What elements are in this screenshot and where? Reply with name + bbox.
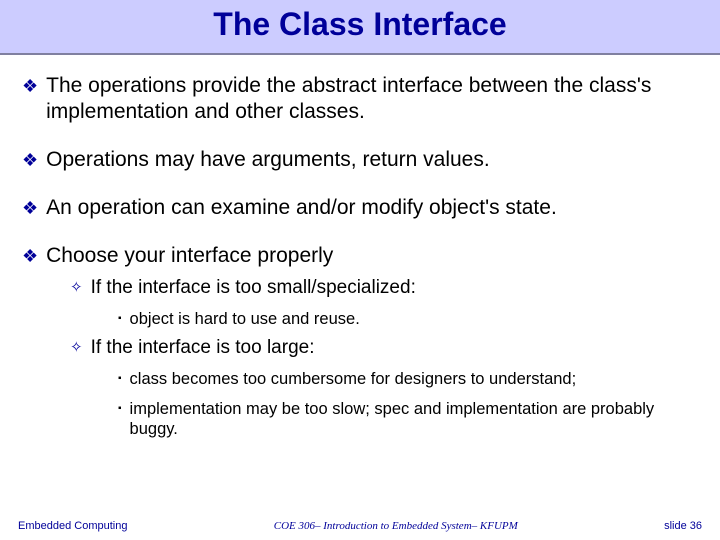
slide-content: ❖ The operations provide the abstract in… [0, 55, 720, 439]
footer-center: COE 306– Introduction to Embedded System… [127, 520, 664, 532]
diamond-bullet-icon: ❖ [22, 147, 38, 173]
bullet-level2: ✧ If the interface is too small/speciali… [70, 277, 698, 299]
bullet-level3: ▪ class becomes too cumbersome for desig… [118, 369, 698, 389]
bullet-text: object is hard to use and reuse. [130, 309, 360, 329]
bullet-text: Operations may have arguments, return va… [46, 147, 490, 173]
diamond-bullet-icon: ❖ [22, 195, 38, 221]
bullet-text: The operations provide the abstract inte… [46, 73, 698, 125]
footer-left: Embedded Computing [18, 520, 127, 532]
footer-right: slide 36 [664, 520, 702, 532]
slide-title: The Class Interface [0, 6, 720, 43]
square-bullet-icon: ▪ [118, 369, 122, 389]
bullet-text: An operation can examine and/or modify o… [46, 195, 557, 221]
bullet-level1: ❖ Operations may have arguments, return … [22, 147, 698, 173]
diamond-bullet-icon: ❖ [22, 73, 38, 99]
bullet-level1: ❖ The operations provide the abstract in… [22, 73, 698, 125]
bullet-text: If the interface is too large: [91, 337, 315, 359]
bullet-text: class becomes too cumbersome for designe… [130, 369, 577, 389]
title-bar: The Class Interface [0, 0, 720, 53]
bullet-level1: ❖ Choose your interface properly [22, 243, 698, 269]
bullet-level2: ✧ If the interface is too large: [70, 337, 698, 359]
square-bullet-icon: ▪ [118, 399, 122, 419]
slide-footer: Embedded Computing COE 306– Introduction… [0, 520, 720, 532]
bullet-level3: ▪ object is hard to use and reuse. [118, 309, 698, 329]
bullet-text: implementation may be too slow; spec and… [130, 399, 698, 439]
bullet-text: If the interface is too small/specialize… [91, 277, 416, 299]
hollow-diamond-icon: ✧ [70, 277, 83, 299]
hollow-diamond-icon: ✧ [70, 337, 83, 359]
bullet-level3: ▪ implementation may be too slow; spec a… [118, 399, 698, 439]
square-bullet-icon: ▪ [118, 309, 122, 329]
diamond-bullet-icon: ❖ [22, 243, 38, 269]
bullet-text: Choose your interface properly [46, 243, 333, 269]
bullet-level1: ❖ An operation can examine and/or modify… [22, 195, 698, 221]
